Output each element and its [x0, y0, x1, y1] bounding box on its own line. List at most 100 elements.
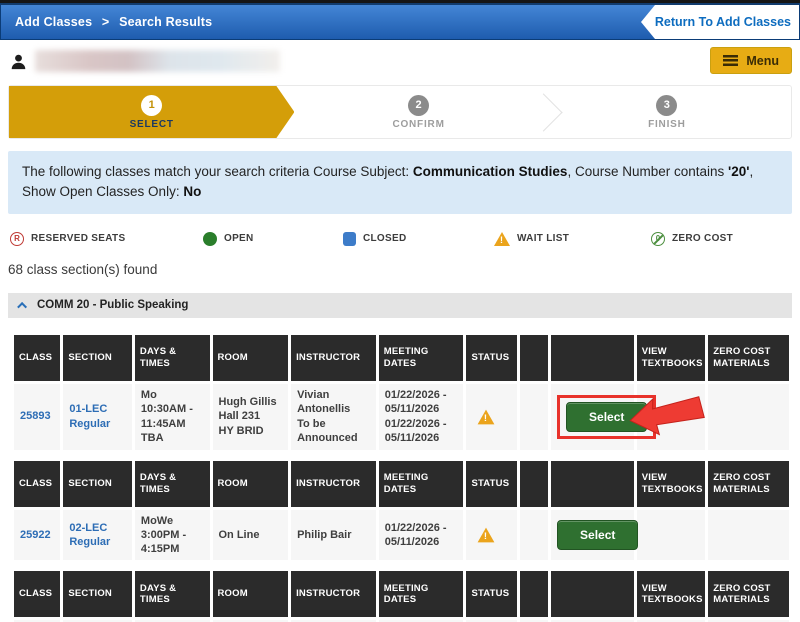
breadcrumb-bar: Add Classes > Search Results Return To A… — [0, 3, 800, 40]
meeting-dates-cell: 01/22/2026 - 05/11/2026 01/22/2026 - 05/… — [379, 384, 464, 450]
col-view-textbooks: VIEW TEXTBOOKS — [637, 571, 706, 617]
col-section: SECTION — [63, 461, 132, 507]
table-header-row: CLASS SECTION DAYS & TIMES ROOM INSTRUCT… — [14, 461, 789, 507]
menu-button-label: Menu — [746, 54, 779, 68]
select-cell: Select — [551, 510, 634, 561]
step-confirm: 2 CONFIRM — [294, 86, 542, 138]
step-select-label: SELECT — [130, 119, 174, 130]
table-header-row: CLASS SECTION DAYS & TIMES ROOM INSTRUCT… — [14, 571, 789, 617]
course-group-title: COMM 20 - Public Speaking — [37, 299, 188, 311]
person-icon — [10, 53, 27, 70]
results-count: 68 class section(s) found — [8, 262, 800, 277]
closed-icon — [343, 232, 356, 246]
col-room: ROOM — [213, 335, 289, 381]
col-class: CLASS — [14, 461, 60, 507]
zero-cost-cell — [708, 384, 789, 450]
blank-cell — [520, 510, 548, 561]
col-room: ROOM — [213, 571, 289, 617]
col-section: SECTION — [63, 335, 132, 381]
breadcrumb: Add Classes > Search Results — [1, 15, 218, 29]
annotation-highlight-box: Select — [557, 395, 656, 439]
zero-cost-cell — [708, 510, 789, 561]
select-cell: Select — [551, 384, 634, 450]
course-group-header[interactable]: COMM 20 - Public Speaking — [8, 293, 792, 318]
col-blank-1 — [520, 461, 548, 507]
search-criteria-message: The following classes match your search … — [8, 151, 792, 214]
breadcrumb-add-classes[interactable]: Add Classes — [15, 15, 92, 29]
criteria-number: '20' — [728, 164, 749, 179]
col-select — [551, 461, 634, 507]
col-instructor: INSTRUCTOR — [291, 335, 376, 381]
breadcrumb-separator: > — [102, 15, 110, 29]
breadcrumb-search-results: Search Results — [119, 15, 212, 29]
col-days-times: DAYS & TIMES — [135, 335, 210, 381]
view-textbooks-cell — [637, 510, 706, 561]
select-button-25893[interactable]: Select — [566, 402, 647, 432]
col-zero-cost-materials: ZERO COST MATERIALS — [708, 461, 789, 507]
step-finish-number: 3 — [656, 95, 677, 116]
col-meeting-dates: MEETING DATES — [379, 571, 464, 617]
status-cell — [466, 510, 516, 561]
wait-list-icon — [494, 232, 510, 246]
col-blank-1 — [520, 571, 548, 617]
days-times-cell: MoWe 3:00PM - 4:15PM — [135, 510, 210, 561]
reserved-seats-icon: R — [10, 232, 24, 246]
criteria-prefix: The following classes match your search … — [22, 164, 413, 179]
wait-list-icon — [478, 409, 495, 424]
col-class: CLASS — [14, 571, 60, 617]
class-number-link[interactable]: 25893 — [14, 384, 60, 450]
col-status: STATUS — [466, 571, 516, 617]
legend-reserved-seats: R RESERVED SEATS — [10, 232, 203, 246]
col-zero-cost-materials: ZERO COST MATERIALS — [708, 335, 789, 381]
col-instructor: INSTRUCTOR — [291, 461, 376, 507]
days-times-cell: Mo 10:30AM - 11:45AM TBA — [135, 384, 210, 450]
class-section-table-3: CLASS SECTION DAYS & TIMES ROOM INSTRUCT… — [11, 568, 792, 622]
step-select-number: 1 — [141, 95, 162, 116]
meeting-dates-cell: 01/22/2026 - 05/11/2026 — [379, 510, 464, 561]
legend-wait-list-label: WAIT LIST — [517, 233, 569, 244]
col-status: STATUS — [466, 335, 516, 381]
room-cell: On Line — [213, 510, 289, 561]
section-link[interactable]: 01-LEC Regular — [63, 384, 132, 450]
zero-cost-icon: 0 — [651, 232, 665, 246]
col-select — [551, 571, 634, 617]
hamburger-icon — [723, 55, 738, 66]
col-days-times: DAYS & TIMES — [135, 461, 210, 507]
step-confirm-label: CONFIRM — [392, 119, 444, 130]
col-meeting-dates: MEETING DATES — [379, 335, 464, 381]
class-number-link[interactable]: 25922 — [14, 510, 60, 561]
chevron-up-icon — [17, 301, 27, 311]
section-link[interactable]: 02-LEC Regular — [63, 510, 132, 561]
return-notch: Return To Add Classes — [641, 5, 799, 39]
instructor-cell: Philip Bair — [291, 510, 376, 561]
col-section: SECTION — [63, 571, 132, 617]
open-icon — [203, 232, 217, 246]
col-blank-1 — [520, 335, 548, 381]
col-days-times: DAYS & TIMES — [135, 571, 210, 617]
return-to-add-classes-link[interactable]: Return To Add Classes — [655, 15, 799, 29]
status-legend: R RESERVED SEATS OPEN CLOSED WAIT LIST 0… — [10, 229, 792, 249]
class-section-table-1: CLASS SECTION DAYS & TIMES ROOM INSTRUCT… — [11, 332, 792, 453]
redacted-user-name — [35, 50, 280, 72]
legend-zero-cost: 0 ZERO COST — [651, 232, 733, 246]
col-meeting-dates: MEETING DATES — [379, 461, 464, 507]
room-cell: Hugh Gillis Hall 231 HY BRID — [213, 384, 289, 450]
col-view-textbooks: VIEW TEXTBOOKS — [637, 461, 706, 507]
table-header-row: CLASS SECTION DAYS & TIMES ROOM INSTRUCT… — [14, 335, 789, 381]
status-cell — [466, 384, 516, 450]
col-room: ROOM — [213, 461, 289, 507]
col-zero-cost-materials: ZERO COST MATERIALS — [708, 571, 789, 617]
legend-closed: CLOSED — [343, 232, 494, 246]
legend-open-label: OPEN — [224, 233, 254, 244]
col-view-textbooks: VIEW TEXTBOOKS — [637, 335, 706, 381]
class-row-25922: 25922 02-LEC Regular MoWe 3:00PM - 4:15P… — [14, 510, 789, 561]
step-select: 1 SELECT — [9, 86, 294, 138]
legend-wait-list: WAIT LIST — [494, 232, 651, 246]
col-status: STATUS — [466, 461, 516, 507]
class-row-25893: 25893 01-LEC Regular Mo 10:30AM - 11:45A… — [14, 384, 789, 450]
select-button-25922[interactable]: Select — [557, 520, 638, 550]
col-instructor: INSTRUCTOR — [291, 571, 376, 617]
criteria-mid1: , Course Number contains — [567, 164, 728, 179]
menu-button[interactable]: Menu — [710, 47, 792, 74]
step-finish-label: FINISH — [648, 119, 686, 130]
